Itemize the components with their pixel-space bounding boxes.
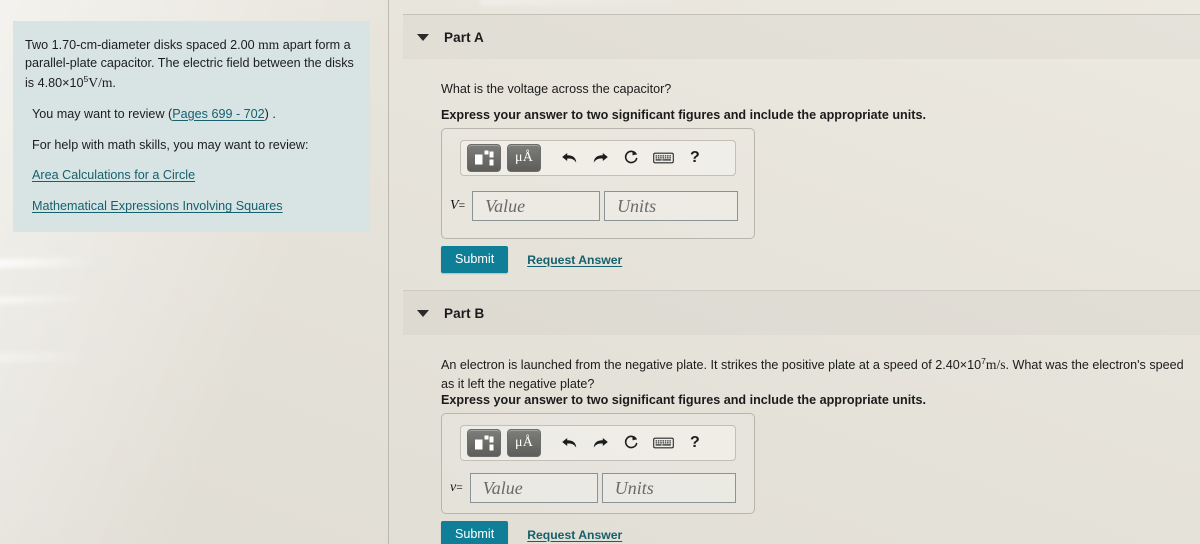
part-a-variable: V — [450, 198, 459, 213]
math-template-icon[interactable] — [467, 429, 501, 457]
problem-statement-pane: Two 1.70-cm-diameter disks spaced 2.00 m… — [0, 0, 388, 544]
part-b-submit-row: Submit Request Answer — [441, 521, 622, 544]
units-mua-icon[interactable]: μÅ — [507, 144, 541, 172]
part-b-answer-box: μÅ ? v= Value Units — [441, 413, 755, 514]
part-b-toolbar: μÅ ? — [460, 425, 736, 461]
help-question-icon[interactable]: ? — [690, 149, 700, 167]
reset-circular-arrow-icon[interactable] — [623, 435, 639, 451]
part-a-field-row: V= — [450, 191, 739, 221]
part-a-toolbar: μÅ ? — [460, 140, 736, 176]
pages-review-link[interactable]: Pages 699 - 702 — [172, 107, 264, 121]
part-a-title: Part A — [444, 29, 484, 45]
keyboard-icon[interactable] — [653, 436, 674, 450]
redo-arrow-icon[interactable] — [592, 151, 609, 166]
reset-circular-arrow-icon[interactable] — [623, 150, 639, 166]
part-a-equals: = — [458, 200, 466, 212]
undo-arrow-icon[interactable] — [561, 151, 578, 166]
part-b-request-answer-link[interactable]: Request Answer — [527, 528, 622, 542]
math-expressions-link[interactable]: Mathematical Expressions Involving Squar… — [32, 199, 283, 213]
keyboard-icon[interactable] — [653, 151, 674, 165]
problem-text-a: Two 1.70-cm-diameter disks spaced 2.00 — [25, 38, 259, 52]
math-help-intro: For help with math skills, you may want … — [32, 137, 309, 152]
part-b-question: An electron is launched from the negativ… — [441, 355, 1193, 394]
part-b-units-ms: m/s — [985, 357, 1006, 372]
screenshot-root: Two 1.70-cm-diameter disks spaced 2.00 m… — [0, 0, 1200, 544]
part-b-instruction: Express your answer to two significant f… — [441, 393, 926, 407]
part-b-title: Part B — [444, 305, 485, 321]
part-a-request-answer-link[interactable]: Request Answer — [527, 253, 622, 267]
answer-pane: Part A What is the voltage across the ca… — [389, 0, 1200, 544]
part-a-value-input[interactable] — [472, 191, 601, 221]
part-a-question: What is the voltage across the capacitor… — [441, 82, 672, 96]
part-a-header[interactable]: Part A — [403, 15, 1200, 59]
part-b-units-input[interactable] — [601, 473, 736, 503]
math-expressions-link-row: Mathematical Expressions Involving Squar… — [25, 198, 354, 216]
caret-down-icon[interactable] — [417, 33, 429, 41]
review-suffix: ) . — [264, 106, 276, 121]
part-b-variable-label: v= — [450, 480, 463, 496]
area-calculations-link-row: Area Calculations for a Circle — [25, 167, 354, 185]
units-mua-icon[interactable]: μÅ — [507, 429, 541, 457]
undo-arrow-icon[interactable] — [561, 436, 578, 451]
problem-statement-text: Two 1.70-cm-diameter disks spaced 2.00 m… — [25, 35, 354, 93]
part-b-question-a: An electron is launched from the negativ… — [441, 358, 982, 372]
units-mua-label: μÅ — [514, 150, 534, 165]
part-b-value-input[interactable] — [469, 473, 598, 503]
part-a-instruction: Express your answer to two significant f… — [441, 108, 926, 122]
help-question-icon[interactable]: ? — [690, 434, 700, 452]
problem-unit-mm: mm — [258, 37, 280, 52]
part-b-equals: = — [456, 482, 463, 494]
pane-divider — [388, 0, 389, 544]
problem-unit-vm: V/m — [88, 74, 113, 90]
problem-period: . — [112, 75, 116, 90]
units-mua-label: μÅ — [514, 435, 534, 450]
part-a-submit-button[interactable]: Submit — [441, 246, 509, 273]
review-line: You may want to review (Pages 699 - 702)… — [25, 106, 354, 124]
part-a-variable-label: V= — [450, 198, 465, 214]
problem-statement-card: Two 1.70-cm-diameter disks spaced 2.00 m… — [13, 21, 370, 233]
redo-arrow-icon[interactable] — [592, 436, 609, 451]
area-calculations-link[interactable]: Area Calculations for a Circle — [32, 168, 195, 182]
part-b-field-row: v= — [450, 473, 736, 503]
part-b-submit-button[interactable]: Submit — [441, 521, 509, 544]
caret-down-icon[interactable] — [417, 309, 429, 317]
part-b-header[interactable]: Part B — [403, 291, 1200, 335]
math-template-icon[interactable] — [467, 144, 501, 172]
part-a-submit-row: Submit Request Answer — [441, 246, 622, 273]
part-a-units-input[interactable] — [604, 191, 739, 221]
review-prefix: You may want to review ( — [32, 106, 173, 121]
part-a-answer-box: μÅ ? V= Value Units — [441, 128, 755, 239]
